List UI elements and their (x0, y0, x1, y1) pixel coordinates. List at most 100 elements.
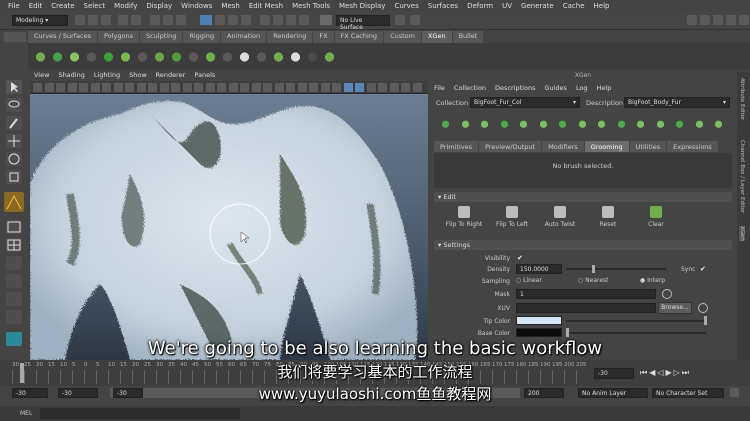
menu-mesh-tools[interactable]: Mesh Tools (292, 2, 330, 10)
edit-button-clear[interactable]: Clear (634, 206, 678, 236)
render-settings-icon[interactable] (299, 15, 309, 25)
paint-select-icon[interactable] (6, 116, 22, 130)
viewport-menu-view[interactable]: View (34, 71, 49, 81)
xgen-menu-log[interactable]: Log (576, 84, 588, 92)
xgen-tool-1-icon[interactable] (438, 116, 453, 131)
mode-dropdown[interactable]: Modeling ▾ (12, 15, 68, 26)
viewport-tool-3-icon[interactable] (56, 83, 65, 92)
xgen-tool-13-icon[interactable] (672, 116, 687, 131)
shelf-tool-4-icon[interactable] (85, 48, 98, 63)
menu-file[interactable]: File (8, 2, 20, 10)
xgen-tool-11-icon[interactable] (633, 116, 648, 131)
viewport-tool-31-icon[interactable] (378, 83, 387, 92)
channel-box-icon[interactable] (739, 15, 749, 25)
menu-cache[interactable]: Cache (563, 2, 585, 10)
viewport-menu-panels[interactable]: Panels (194, 71, 215, 81)
shelf-tab-xgen[interactable]: XGen (421, 31, 452, 43)
save-scene-icon[interactable] (101, 15, 111, 25)
xgen-menu-help[interactable]: Help (597, 84, 612, 92)
side-tab-attribute-editor[interactable]: Attribute Editor (739, 78, 745, 120)
shelf-tool-7-icon[interactable] (136, 48, 149, 63)
shelf-tab-rigging[interactable]: Rigging (183, 31, 220, 43)
menu-help[interactable]: Help (594, 2, 610, 10)
shelf-tab-polygons[interactable]: Polygons (98, 31, 139, 43)
viewport-tool-26-icon[interactable] (320, 83, 330, 92)
history-icon[interactable] (260, 15, 270, 25)
shelf-tool-3-icon[interactable] (68, 48, 81, 63)
groom-brush-icon[interactable] (4, 192, 24, 212)
viewport-menu-show[interactable]: Show (129, 71, 147, 81)
select-object-icon[interactable] (163, 15, 173, 25)
viewport-tool-5-icon[interactable] (79, 83, 88, 92)
refresh-icon[interactable] (662, 289, 672, 299)
menu-select[interactable]: Select (84, 2, 106, 10)
viewport-tool-20-icon[interactable] (251, 83, 261, 92)
edit-button-flip-to-right[interactable]: Flip To Right (442, 206, 486, 236)
viewport-tool-19-icon[interactable] (240, 83, 249, 92)
shelf-tool-15-icon[interactable] (272, 48, 285, 63)
viewport-tool-13-icon[interactable] (171, 83, 180, 92)
live-surface-field[interactable]: No Live Surface (336, 15, 390, 31)
xgen-tool-3-icon[interactable] (477, 116, 492, 131)
layout-2-icon[interactable] (6, 274, 22, 288)
xgen-tab-grooming[interactable]: Grooming (584, 141, 629, 152)
command-input[interactable] (40, 408, 240, 419)
tip-color-slider[interactable] (566, 320, 706, 322)
shelf-tab-sculpting[interactable]: Sculpting (139, 31, 183, 43)
visibility-checkbox[interactable]: ✔ (517, 254, 523, 262)
side-tab-xgen[interactable]: XGen (739, 226, 745, 241)
xyz-icon[interactable] (395, 15, 405, 25)
xgen-tab-primitives[interactable]: Primitives (434, 141, 479, 152)
menu-windows[interactable]: Windows (181, 2, 212, 10)
tool-settings-icon[interactable] (726, 15, 736, 25)
layout-icon[interactable] (6, 256, 22, 270)
viewport-tool-32-icon[interactable] (389, 83, 399, 92)
snap-view-icon[interactable] (241, 15, 251, 25)
tip-color-slider-handle[interactable] (704, 316, 707, 325)
3d-viewport[interactable] (30, 94, 428, 360)
viewport-tool-29-icon[interactable] (355, 83, 364, 92)
density-field[interactable]: 150.0000 (516, 264, 562, 274)
xgen-tool-4-icon[interactable] (496, 116, 512, 131)
viewport-tool-30-icon[interactable] (366, 83, 376, 92)
viewport-tool-27-icon[interactable] (332, 83, 341, 92)
shelf-tab-bullet[interactable]: Bullet (452, 31, 484, 43)
layout-3-icon[interactable] (6, 292, 22, 306)
shelf-tool-5-icon[interactable] (102, 48, 115, 63)
viewport-menu-lighting[interactable]: Lighting (94, 71, 120, 81)
shelf-tool-11-icon[interactable] (204, 48, 217, 63)
viewport-tool-2-icon[interactable] (44, 83, 54, 92)
render-icon[interactable] (273, 15, 283, 25)
attribute-editor-icon[interactable] (713, 15, 723, 25)
lasso-tool-icon[interactable] (6, 98, 22, 112)
density-slider[interactable] (566, 268, 666, 270)
viewport-tool-14-icon[interactable] (182, 83, 192, 92)
viewport-tool-6-icon[interactable] (90, 83, 100, 92)
shelf-tool-16-icon[interactable] (289, 48, 302, 63)
shelf-tab-fx[interactable]: FX (313, 31, 334, 43)
shelf-tool-13-icon[interactable] (238, 48, 251, 63)
edit-button-flip-to-left[interactable]: Flip To Left (490, 206, 534, 236)
sync-checkbox[interactable]: ✔ (700, 265, 706, 273)
edit-section-header[interactable]: ▾ Edit (434, 192, 732, 202)
collection-dropdown[interactable]: BigFoot_Fur_Col ▾ (470, 97, 580, 108)
shelf-tab-custom[interactable]: Custom (384, 31, 421, 43)
viewport-tool-23-icon[interactable] (286, 83, 295, 92)
menu-modify[interactable]: Modify (114, 2, 137, 10)
viewport-tool-11-icon[interactable] (148, 83, 157, 92)
select-component-icon[interactable] (176, 15, 186, 25)
xgen-menu-collection[interactable]: Collection (454, 84, 486, 92)
menu-surfaces[interactable]: Surfaces (428, 2, 458, 10)
viewport-menu-shading[interactable]: Shading (58, 71, 84, 81)
move-tool-icon[interactable] (6, 134, 22, 148)
xgen-tool-14-icon[interactable] (691, 116, 707, 131)
shelf-tool-2-icon[interactable] (51, 48, 64, 63)
shelf-tool-9-icon[interactable] (170, 48, 183, 63)
select-tool-icon[interactable] (6, 80, 22, 94)
shelf-tab-rendering[interactable]: Rendering (267, 31, 313, 43)
edit-button-reset[interactable]: Reset (586, 206, 630, 236)
viewport-tool-34-icon[interactable] (412, 83, 422, 92)
xgen-menu-file[interactable]: File (434, 84, 445, 92)
xgen-tool-9-icon[interactable] (594, 116, 609, 131)
xgen-tool-15-icon[interactable] (711, 116, 726, 131)
